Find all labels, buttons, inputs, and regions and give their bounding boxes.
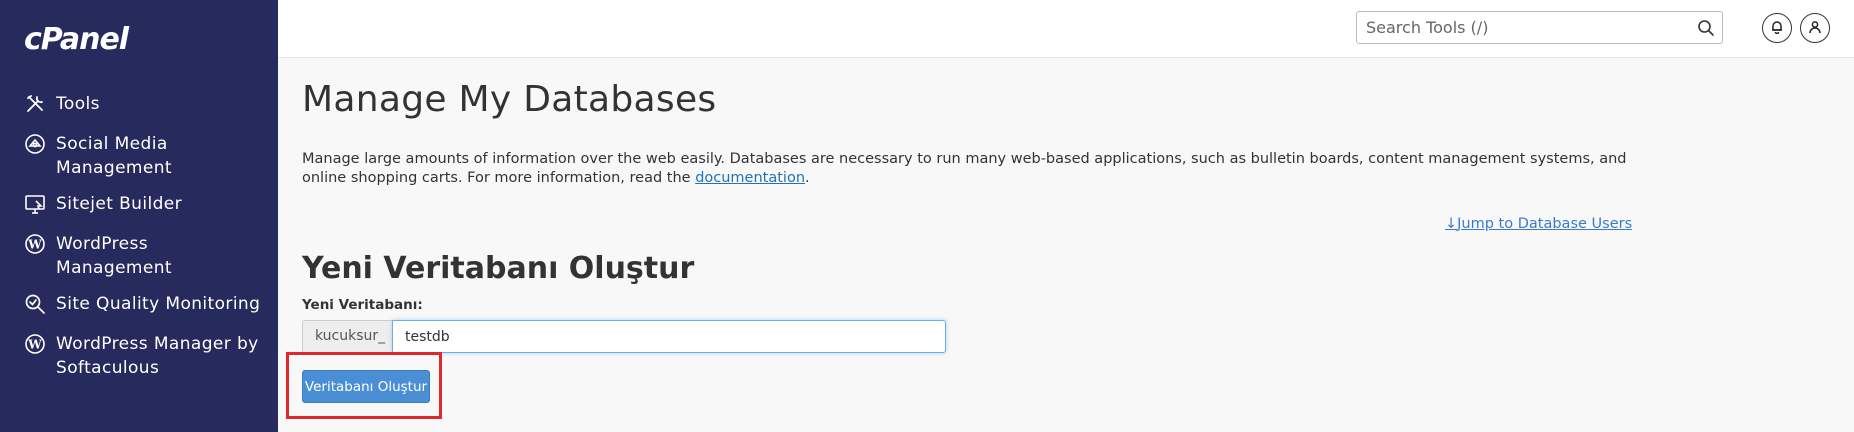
cpanel-logo[interactable]: cPanel	[24, 22, 129, 57]
new-db-name-input[interactable]	[392, 320, 946, 353]
wordpress-icon: W	[22, 231, 48, 257]
user-menu-button[interactable]	[1800, 13, 1830, 43]
search-box	[1356, 11, 1723, 44]
svg-text:W: W	[27, 238, 42, 252]
sidebar-item-label: Social Media Management	[56, 134, 172, 178]
sidebar-item-wordpress-softaculous[interactable]: W WordPress Manager by Softaculous	[0, 326, 278, 386]
site-quality-icon	[22, 291, 48, 317]
sidebar-item-label: Sitejet Builder	[56, 194, 183, 214]
jump-to-users-link[interactable]: ↓Jump to Database Users	[1445, 216, 1632, 232]
arrow-down-icon: ↓	[1445, 216, 1458, 232]
sidebar: cPanel Tools Social Media Management Sit…	[0, 0, 278, 432]
top-bar	[278, 0, 1854, 58]
jump-link-label: Jump to Database Users	[1457, 216, 1633, 232]
tools-icon	[22, 91, 48, 117]
user-icon	[1808, 19, 1822, 38]
page-description: Manage large amounts of information over…	[302, 150, 1632, 188]
sidebar-item-site-quality[interactable]: Site Quality Monitoring	[0, 286, 278, 326]
sitejet-icon	[22, 191, 48, 217]
sidebar-item-label: WordPress Manager by Softaculous	[56, 334, 259, 378]
bell-icon	[1770, 19, 1784, 38]
description-text: Manage large amounts of information over…	[302, 151, 1627, 186]
notifications-button[interactable]	[1762, 13, 1792, 43]
create-database-button[interactable]: Veritabanı Oluştur	[302, 370, 430, 403]
sidebar-item-label: WordPress Management	[56, 234, 172, 278]
search-input[interactable]	[1357, 12, 1687, 43]
sidebar-nav: Tools Social Media Management Sitejet Bu…	[0, 86, 278, 386]
main-content: Manage My Databases Manage large amounts…	[278, 59, 1854, 432]
sidebar-item-tools[interactable]: Tools	[0, 86, 278, 126]
page-title: Manage My Databases	[302, 79, 717, 120]
sidebar-item-label: Tools	[56, 94, 100, 114]
social-media-icon	[22, 131, 48, 157]
sidebar-item-label: Site Quality Monitoring	[56, 294, 261, 314]
new-db-label: Yeni Veritabanı:	[302, 297, 423, 313]
documentation-link[interactable]: documentation	[695, 170, 805, 186]
wordpress-icon: W	[22, 331, 48, 357]
create-db-title: Yeni Veritabanı Oluştur	[302, 251, 695, 286]
sidebar-item-sitejet[interactable]: Sitejet Builder	[0, 186, 278, 226]
db-prefix: kucuksur_	[302, 320, 392, 353]
new-db-input-group: kucuksur_	[302, 320, 946, 353]
sidebar-item-wordpress-management[interactable]: W WordPress Management	[0, 226, 278, 286]
svg-text:W: W	[27, 338, 42, 352]
search-icon[interactable]	[1696, 18, 1716, 38]
sidebar-item-social-media[interactable]: Social Media Management	[0, 126, 278, 186]
description-end: .	[805, 170, 810, 186]
